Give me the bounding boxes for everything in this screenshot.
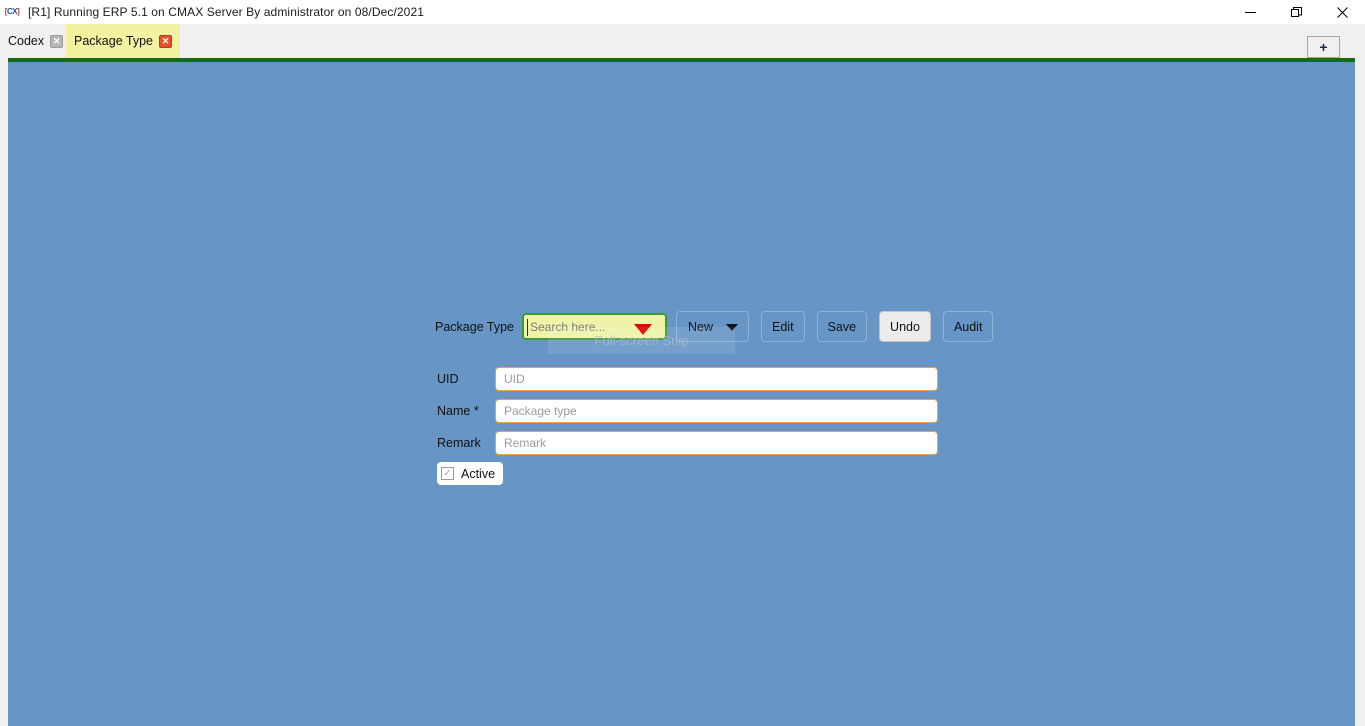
dropdown-arrow-icon[interactable] (634, 324, 652, 335)
remark-label: Remark (437, 436, 481, 450)
content-pane: Package Type Search here... New Edit Sav… (8, 62, 1355, 726)
new-tab-button[interactable]: + (1307, 36, 1340, 58)
active-checkbox[interactable]: ✓ (441, 467, 454, 480)
uid-field-row: UID (437, 367, 938, 391)
save-button[interactable]: Save (816, 311, 868, 342)
tab-codex-close-icon[interactable]: ✕ (50, 34, 64, 48)
uid-input[interactable] (495, 367, 938, 391)
edit-button[interactable]: Edit (761, 311, 805, 342)
tab-codex-label: Codex (8, 34, 45, 48)
name-label: Name * (437, 404, 479, 418)
restore-icon (1290, 6, 1302, 17)
tab-codex[interactable]: Codex ✕ (0, 24, 71, 58)
new-button[interactable]: New (676, 311, 749, 342)
window-title-bar: [CX] [R1] Running ERP 5.1 on CMAX Server… (0, 0, 1365, 24)
chevron-down-icon[interactable] (726, 324, 738, 331)
tab-package-type[interactable]: Package Type ✕ (66, 24, 180, 58)
remark-input[interactable] (495, 431, 938, 455)
window-title: [R1] Running ERP 5.1 on CMAX Server By a… (28, 5, 425, 19)
tab-strip: Codex ✕ Package Type ✕ (0, 24, 1365, 58)
maximize-restore-button[interactable] (1273, 0, 1319, 24)
undo-button[interactable]: Undo (879, 311, 931, 342)
package-type-label: Package Type (435, 319, 514, 334)
audit-button[interactable]: Audit (942, 311, 994, 342)
remark-field-row: Remark (437, 431, 938, 455)
uid-label: UID (437, 372, 459, 386)
close-icon (1336, 6, 1348, 18)
tab-package-type-label: Package Type (74, 34, 153, 48)
app-logo-icon: [CX] (4, 7, 20, 16)
minimize-icon (1244, 11, 1256, 13)
minimize-button[interactable] (1227, 0, 1273, 24)
tab-package-type-close-icon[interactable]: ✕ (159, 34, 172, 48)
text-caret (527, 319, 528, 336)
name-input[interactable] (495, 399, 938, 423)
search-input-placeholder: Search here... (530, 319, 606, 334)
close-button[interactable] (1319, 0, 1365, 24)
name-field-row: Name * (437, 399, 938, 423)
active-checkbox-row[interactable]: ✓ Active (437, 462, 504, 485)
package-type-toolbar-row: Package Type Search here... New Edit Sav… (435, 311, 994, 342)
plus-icon: + (1319, 39, 1328, 55)
active-label: Active (461, 466, 496, 481)
window-controls (1227, 0, 1365, 24)
package-type-search-combo[interactable]: Search here... (522, 313, 667, 340)
new-button-label: New (688, 319, 714, 334)
